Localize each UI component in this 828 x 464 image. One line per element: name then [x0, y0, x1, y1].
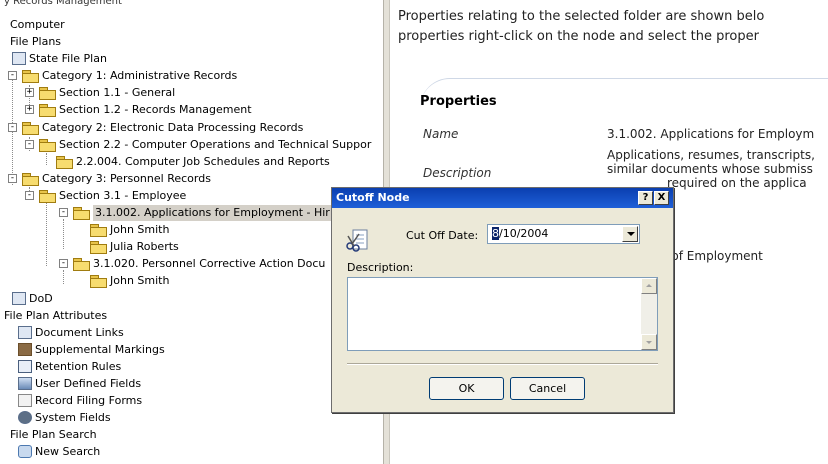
- tree-connector: [63, 219, 64, 249]
- partial-value: n of Employment: [660, 249, 763, 263]
- scroll-up-icon[interactable]: [641, 278, 657, 294]
- cutoff-node-dialog: Cutoff Node ? X Cut Off Date: 8/10/2004 …: [331, 187, 674, 413]
- markings-icon: [18, 343, 32, 356]
- tree-item-3-1-002[interactable]: 3.1.002. Applications for Employment - H…: [73, 205, 332, 221]
- search-icon: [18, 445, 32, 458]
- collapse-toggle[interactable]: -: [25, 140, 34, 149]
- tree-item-retention-rules[interactable]: Retention Rules: [18, 359, 121, 375]
- tree-item-new-search[interactable]: New Search: [18, 444, 100, 460]
- chevron-down-icon[interactable]: [622, 226, 638, 242]
- folder-icon: [56, 156, 73, 169]
- tree-item-2-2-004[interactable]: 2.2.004. Computer Job Schedules and Repo…: [56, 154, 330, 170]
- description-field-label: Description:: [347, 261, 414, 274]
- collapse-toggle[interactable]: -: [8, 174, 17, 183]
- tree-connector: [63, 270, 64, 284]
- link-icon: [18, 326, 32, 339]
- tree-item-file-plans[interactable]: File Plans: [10, 34, 61, 50]
- disk-icon: [18, 411, 32, 424]
- collapse-toggle[interactable]: -: [25, 191, 34, 200]
- tree-item-dod[interactable]: DoD: [12, 291, 53, 307]
- tree-item-record-filing-forms[interactable]: Record Filing Forms: [18, 393, 142, 409]
- form-icon: [18, 394, 32, 407]
- folder-icon: [73, 207, 90, 220]
- expand-toggle[interactable]: +: [25, 88, 34, 97]
- tree-item-system-fields[interactable]: System Fields: [18, 410, 111, 426]
- calendar-icon: [18, 360, 32, 373]
- collapse-toggle[interactable]: -: [59, 208, 68, 217]
- tree-connector: [46, 203, 47, 266]
- tree-item-john-smith-2[interactable]: John Smith: [90, 273, 169, 289]
- tree-header: y Records Management: [4, 0, 122, 7]
- name-label: Name: [423, 127, 459, 141]
- folder-icon: [90, 241, 107, 254]
- tree-item-file-plan-attributes[interactable]: File Plan Attributes: [4, 308, 107, 324]
- file-plan-icon: [12, 292, 26, 305]
- folder-icon: [39, 104, 56, 117]
- close-button[interactable]: X: [654, 191, 669, 205]
- folder-icon: [22, 173, 39, 186]
- tree-item-computer[interactable]: Computer: [10, 17, 65, 33]
- file-plan-icon: [12, 52, 26, 65]
- folder-icon: [39, 190, 56, 203]
- tree-item-julia-roberts[interactable]: Julia Roberts: [90, 239, 179, 255]
- ok-button[interactable]: OK: [429, 377, 504, 400]
- tree-connector: [46, 153, 47, 165]
- description-label: Description: [423, 166, 492, 180]
- tree-item-john-smith[interactable]: John Smith: [90, 222, 169, 238]
- folder-icon: [39, 139, 56, 152]
- dialog-title: Cutoff Node: [332, 188, 673, 208]
- tree-item-section-3-1[interactable]: Section 3.1 - Employee: [39, 188, 186, 204]
- tree-item-section-1-1[interactable]: Section 1.1 - General: [39, 85, 175, 101]
- folder-icon: [22, 70, 39, 83]
- tree-item-section-2-2[interactable]: Section 2.2 - Computer Operations and Te…: [39, 137, 371, 153]
- file-plan-tree: y Records Management Computer File Plans…: [0, 0, 383, 464]
- description-input[interactable]: [347, 277, 658, 351]
- dialog-divider: [347, 363, 658, 365]
- description-scrollbar[interactable]: [641, 278, 657, 350]
- cancel-button[interactable]: Cancel: [510, 377, 585, 400]
- tree-item-category-1[interactable]: Category 1: Administrative Records: [22, 68, 237, 84]
- name-value: 3.1.002. Applications for Employm: [607, 127, 815, 141]
- help-button[interactable]: ?: [638, 191, 653, 205]
- folder-icon: [73, 258, 90, 271]
- tree-item-state-file-plan[interactable]: State File Plan: [12, 51, 107, 67]
- collapse-toggle[interactable]: -: [8, 71, 17, 80]
- tree-item-file-plan-search[interactable]: File Plan Search: [10, 427, 97, 443]
- cutoff-date-picker[interactable]: 8/10/2004: [487, 224, 640, 244]
- tree-item-document-links[interactable]: Document Links: [18, 325, 124, 341]
- properties-heading: Properties: [420, 94, 497, 109]
- tree-item-supplemental-markings[interactable]: Supplemental Markings: [18, 342, 165, 358]
- cutoff-date-value: 8/10/2004: [492, 227, 549, 240]
- tree-item-user-defined-fields[interactable]: User Defined Fields: [18, 376, 141, 392]
- tree-item-section-1-2[interactable]: Section 1.2 - Records Management: [39, 102, 252, 118]
- fields-icon: [18, 377, 32, 390]
- tree-item-category-3[interactable]: Category 3: Personnel Records: [22, 171, 211, 187]
- folder-icon: [90, 275, 107, 288]
- tree-item-3-1-020[interactable]: 3.1.020. Personnel Corrective Action Doc…: [73, 256, 325, 272]
- collapse-toggle[interactable]: -: [8, 123, 17, 132]
- description-value: Applications, resumes, transcripts, simi…: [607, 148, 815, 190]
- collapse-toggle[interactable]: -: [59, 259, 68, 268]
- scroll-down-icon[interactable]: [641, 334, 657, 350]
- folder-icon: [39, 87, 56, 100]
- folder-icon: [22, 122, 39, 135]
- expand-toggle[interactable]: +: [25, 105, 34, 114]
- folder-icon: [90, 224, 107, 237]
- tree-item-category-2[interactable]: Category 2: Electronic Data Processing R…: [22, 120, 303, 136]
- cutoff-date-label: Cut Off Date:: [406, 229, 479, 242]
- intro-text: Properties relating to the selected fold…: [398, 9, 765, 44]
- cutoff-icon: [346, 229, 368, 252]
